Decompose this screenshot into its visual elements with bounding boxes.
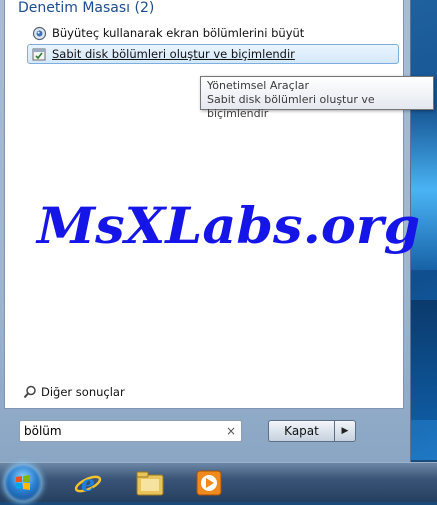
results-group-header[interactable]: Denetim Masası (2): [18, 0, 154, 16]
search-results-panel: Denetim Masası (2) Büyüteç kullanarak ek…: [4, 0, 420, 409]
search-input[interactable]: [20, 422, 223, 440]
shutdown-options-arrow-icon[interactable]: ▶: [334, 420, 356, 442]
result-item-disk-management[interactable]: Sabit disk bölümleri oluştur ve biçimlen…: [27, 44, 399, 64]
explorer-folder-icon[interactable]: [134, 467, 166, 499]
media-player-icon[interactable]: [193, 467, 225, 499]
tooltip: Yönetimsel Araçlar Sabit disk bölümleri …: [200, 76, 434, 120]
watermark-logo: MsXLabs.org: [37, 196, 421, 255]
more-results-link[interactable]: Diğer sonuçlar: [23, 385, 125, 399]
result-item-magnifier[interactable]: Büyüteç kullanarak ekran bölümlerini büy…: [27, 23, 399, 43]
search-box[interactable]: ×: [19, 420, 242, 442]
clear-search-icon[interactable]: ×: [223, 424, 239, 438]
start-orb[interactable]: [5, 465, 41, 501]
result-item-label: Büyüteç kullanarak ekran bölümlerini büy…: [52, 26, 305, 40]
svg-text:e: e: [81, 471, 95, 497]
result-item-label: Sabit disk bölümleri oluştur ve biçimlen…: [52, 47, 295, 61]
start-menu: Denetim Masası (2) Büyüteç kullanarak ek…: [0, 0, 420, 462]
tooltip-title: Yönetimsel Araçlar: [207, 79, 310, 92]
shutdown-control[interactable]: Kapat ▶: [268, 420, 356, 442]
shutdown-button[interactable]: Kapat: [268, 420, 334, 442]
admin-tools-icon: [31, 46, 47, 62]
tooltip-description: Sabit disk bölümleri oluştur ve biçimlen…: [207, 93, 375, 120]
search-icon: [23, 385, 37, 399]
more-results-label: Diğer sonuçlar: [41, 385, 125, 399]
windows-logo-icon: [16, 475, 30, 490]
taskbar: e: [0, 462, 437, 502]
magnifier-icon: [31, 25, 47, 41]
internet-explorer-icon[interactable]: e: [72, 467, 104, 499]
